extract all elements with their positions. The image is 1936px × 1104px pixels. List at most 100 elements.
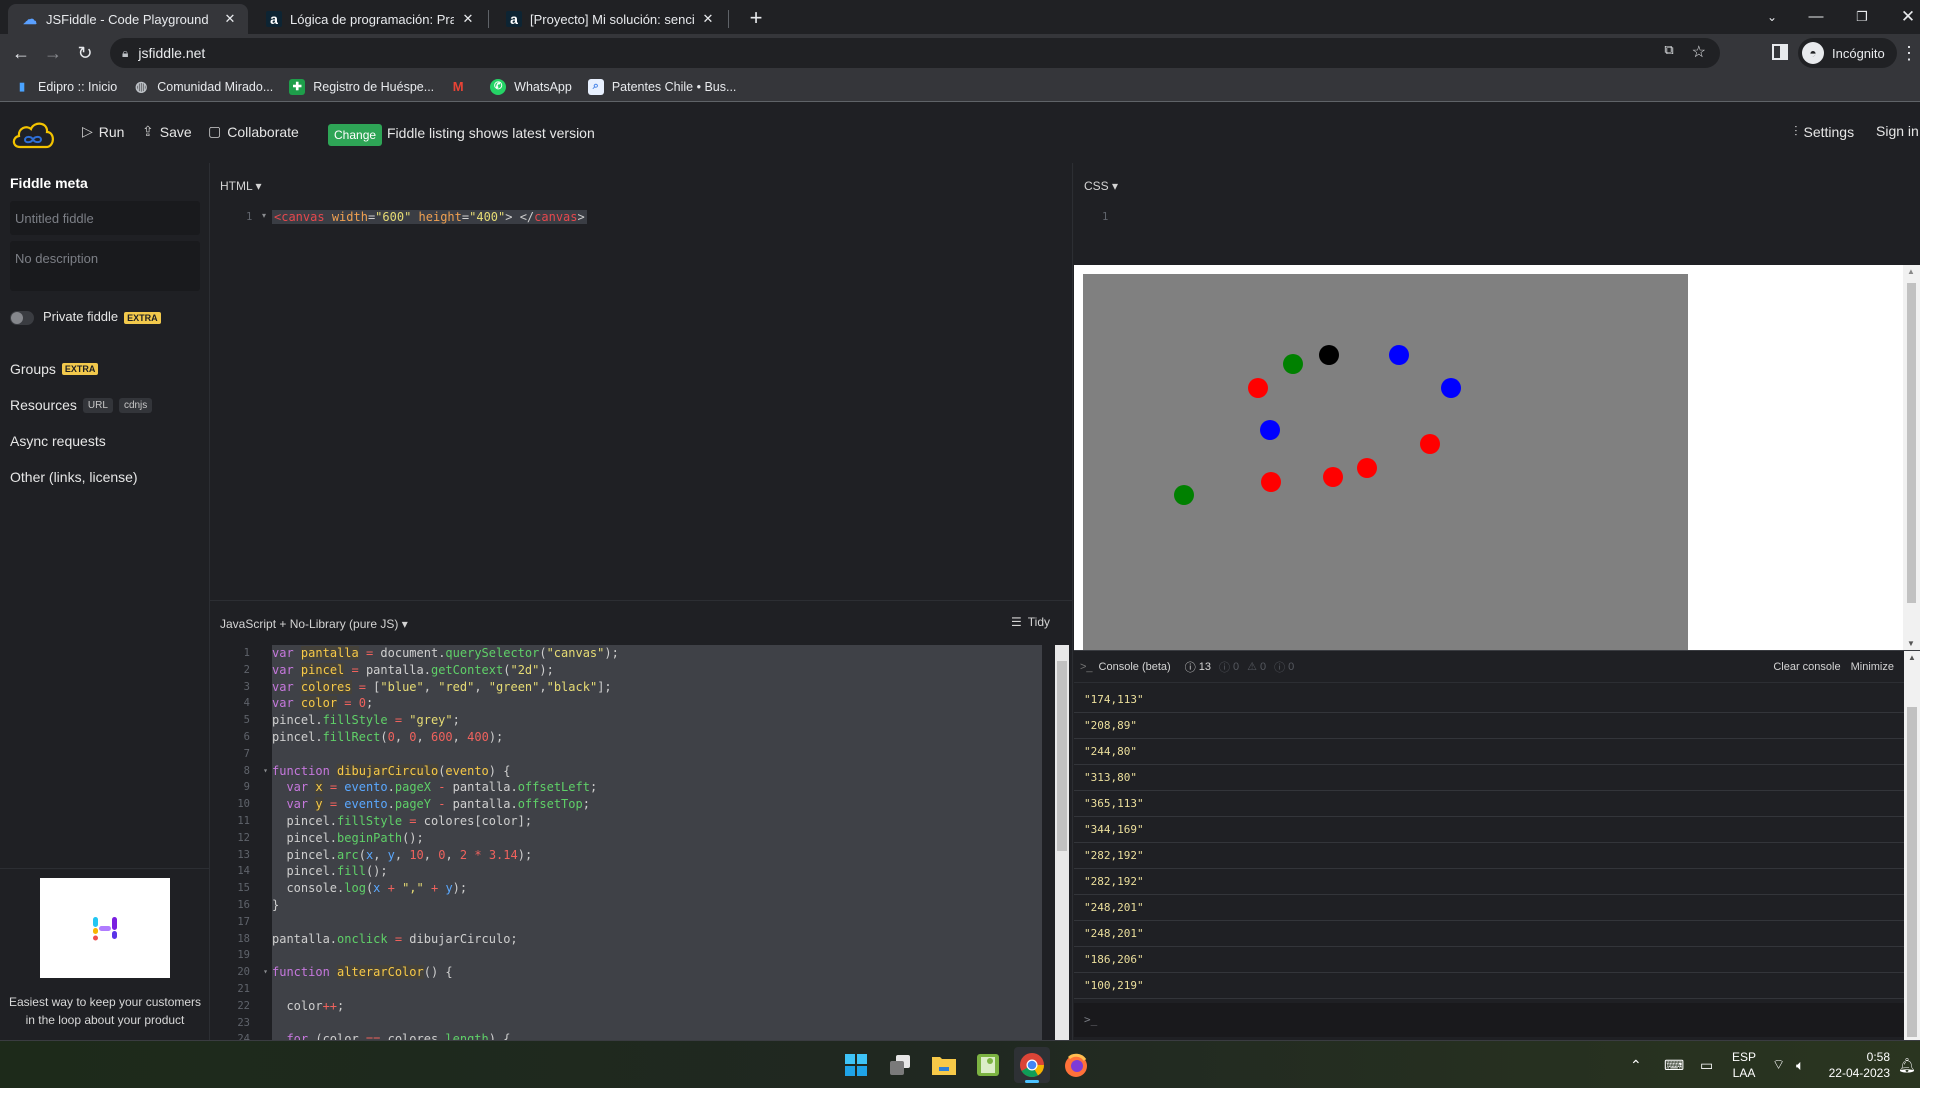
sign-in-link[interactable]: Sign in	[1876, 123, 1919, 139]
run-button[interactable]: ▷ Run	[82, 123, 124, 140]
fiddle-title-input[interactable]: Untitled fiddle	[10, 201, 200, 235]
code-line[interactable]	[272, 1015, 1042, 1032]
code-line[interactable]: pincel.fill();	[272, 863, 1042, 880]
sidebar-item-async-requests[interactable]: Async requests	[10, 433, 106, 449]
code-line[interactable]	[272, 914, 1042, 931]
console-log-entry[interactable]: "186,206"	[1074, 947, 1904, 973]
log-count[interactable]: ⓘ 13	[1185, 659, 1211, 675]
code-line[interactable]: var pantalla = document.querySelector("c…	[272, 645, 1042, 662]
minimize-window-icon[interactable]: —	[1796, 4, 1836, 30]
console-input[interactable]: >_	[1074, 1003, 1904, 1037]
console-scrollbar[interactable]: ▲	[1904, 651, 1920, 1041]
code-line[interactable]: pincel.fillStyle = "grey";	[272, 712, 1042, 729]
code-line[interactable]: color++;	[272, 998, 1042, 1015]
scroll-up-arrow-icon[interactable]: ▲	[1908, 653, 1916, 662]
code-line[interactable]: pantalla.onclick = dibujarCirculo;	[272, 931, 1042, 948]
bookmark-patentes[interactable]: ⌕ Patentes Chile • Bus...	[587, 78, 736, 95]
save-button[interactable]: ⇪ Save	[142, 123, 192, 140]
kebab-menu-icon[interactable]: ⋮	[1900, 40, 1918, 66]
close-tab-icon[interactable]: ✕	[700, 11, 716, 27]
console-log-entry[interactable]: "365,113"	[1074, 791, 1904, 817]
console-log-entry[interactable]: "244,80"	[1074, 739, 1904, 765]
bookmark-whatsapp[interactable]: ✆ WhatsApp	[490, 78, 572, 95]
chrome-icon[interactable]	[1014, 1047, 1050, 1083]
sidebar-item-groups[interactable]: Groups EXTRA	[10, 361, 99, 377]
css-panel-label[interactable]: CSS ▾	[1084, 179, 1118, 193]
notepad-app-icon[interactable]	[970, 1047, 1006, 1083]
notifications-bell-icon[interactable]: 🔔︎	[1898, 1041, 1916, 1088]
console-log-entry[interactable]: "282,192"	[1074, 843, 1904, 869]
address-bar[interactable]: 🔒︎ jsfiddle.net ⧉ ☆	[110, 38, 1720, 68]
html-code-line[interactable]: <canvas width="600" height="400"> </canv…	[272, 208, 587, 226]
code-line[interactable]: function alterarColor() {	[272, 964, 1042, 981]
code-line[interactable]	[272, 981, 1042, 998]
ad-image[interactable]	[40, 878, 170, 978]
bookmark-edipro[interactable]: ▮ Edipro :: Inicio	[14, 79, 117, 95]
js-scrollbar-thumb[interactable]	[1057, 661, 1067, 851]
fiddle-description-input[interactable]: No description	[10, 241, 200, 291]
tab-proyecto[interactable]: a [Proyecto] Mi solución: sencillo p ✕	[492, 4, 726, 34]
back-arrow-icon[interactable]: ←	[8, 40, 34, 66]
code-line[interactable]: }	[272, 897, 1042, 914]
forward-arrow-icon[interactable]: →	[40, 40, 66, 66]
code-line[interactable]: console.log(x + "," + y);	[272, 880, 1042, 897]
change-button[interactable]: Change	[328, 124, 383, 146]
sidebar-ad[interactable]: Easiest way to keep your customers in th…	[0, 868, 210, 1040]
settings-button[interactable]: ⫶ Settings	[1794, 123, 1854, 140]
side-panel-icon[interactable]	[1772, 44, 1788, 60]
bookmark-star-icon[interactable]: ☆	[1692, 42, 1706, 62]
code-line[interactable]	[272, 746, 1042, 763]
firefox-icon[interactable]	[1058, 1047, 1094, 1083]
jsfiddle-logo-icon[interactable]	[10, 117, 56, 151]
code-line[interactable]: var colores = ["blue", "red", "green","b…	[272, 679, 1042, 696]
task-view-icon[interactable]	[882, 1047, 918, 1083]
fold-arrow-icon[interactable]: ▾	[263, 964, 268, 981]
language-indicator[interactable]: ESP LAA	[1732, 1041, 1756, 1088]
console-log-entry[interactable]: "100,219"	[1074, 973, 1904, 999]
js-code-area[interactable]: var pantalla = document.querySelector("c…	[272, 645, 1042, 1041]
code-line[interactable]: var y = evento.pageY - pantalla.offsetTo…	[272, 796, 1042, 813]
tab-logica[interactable]: a Lógica de programación: Practica ✕	[252, 4, 486, 34]
new-tab-button[interactable]: +	[743, 6, 769, 32]
touchpad-icon[interactable]: ▭	[1700, 1041, 1713, 1088]
fold-arrow-icon[interactable]: ▾	[263, 763, 268, 780]
code-line[interactable]: pincel.fillStyle = colores[color];	[272, 813, 1042, 830]
error-count[interactable]: ⓘ 0	[1274, 659, 1294, 675]
private-fiddle-toggle[interactable]	[10, 311, 34, 325]
touch-keyboard-icon[interactable]: ⌨	[1664, 1041, 1684, 1088]
tab-jsfiddle[interactable]: ☁ JSFiddle - Code Playground ✕	[8, 4, 248, 34]
warn-count[interactable]: ⚠ 0	[1247, 660, 1266, 674]
show-hidden-icons-chevron[interactable]: ⌃	[1630, 1041, 1642, 1088]
collaborate-button[interactable]: ▢ Collaborate	[208, 123, 299, 140]
code-line[interactable]: pincel.arc(x, y, 10, 0, 2 * 3.14);	[272, 847, 1042, 864]
console-log-entry[interactable]: "344,169"	[1074, 817, 1904, 843]
fold-arrow-icon[interactable]: ▾	[262, 211, 266, 220]
html-panel-label[interactable]: HTML ▾	[220, 179, 262, 193]
bookmark-registro[interactable]: ✚ Registro de Huéspe...	[289, 78, 434, 95]
console-log-entry[interactable]: "208,89"	[1074, 713, 1904, 739]
result-scrollbar[interactable]: ▲ ▼	[1903, 265, 1920, 650]
console-scrollbar-thumb[interactable]	[1907, 707, 1917, 1037]
close-window-icon[interactable]: ✕	[1888, 4, 1920, 30]
clock[interactable]: 0:58 22-04-2023	[1824, 1041, 1890, 1088]
code-line[interactable]: var pincel = pantalla.getContext("2d");	[272, 662, 1042, 679]
code-line[interactable]: pincel.fillRect(0, 0, 600, 400);	[272, 729, 1042, 746]
windows-start-icon[interactable]	[838, 1047, 874, 1083]
sidebar-item-other[interactable]: Other (links, license)	[10, 469, 138, 485]
code-line[interactable]: function dibujarCirculo(evento) {	[272, 763, 1042, 780]
minimize-console-button[interactable]: Minimize	[1851, 661, 1894, 673]
console-log-entry[interactable]: "282,192"	[1074, 869, 1904, 895]
code-line[interactable]	[272, 947, 1042, 964]
file-explorer-icon[interactable]	[926, 1047, 962, 1083]
cdnjs-chip[interactable]: cdnjs	[118, 397, 153, 413]
tidy-button[interactable]: ☰ Tidy	[1011, 615, 1050, 629]
code-line[interactable]: var x = evento.pageX - pantalla.offsetLe…	[272, 779, 1042, 796]
sidebar-item-resources[interactable]: Resources URL cdnjs	[10, 397, 153, 413]
scroll-up-arrow-icon[interactable]: ▲	[1907, 267, 1915, 276]
result-canvas[interactable]	[1083, 274, 1688, 650]
info-count[interactable]: ⓘ 0	[1219, 659, 1239, 675]
code-line[interactable]: var color = 0;	[272, 695, 1042, 712]
reload-icon[interactable]: ↻	[72, 40, 98, 66]
close-tab-icon[interactable]: ✕	[460, 11, 476, 27]
console-log-entry[interactable]: "248,201"	[1074, 921, 1904, 947]
